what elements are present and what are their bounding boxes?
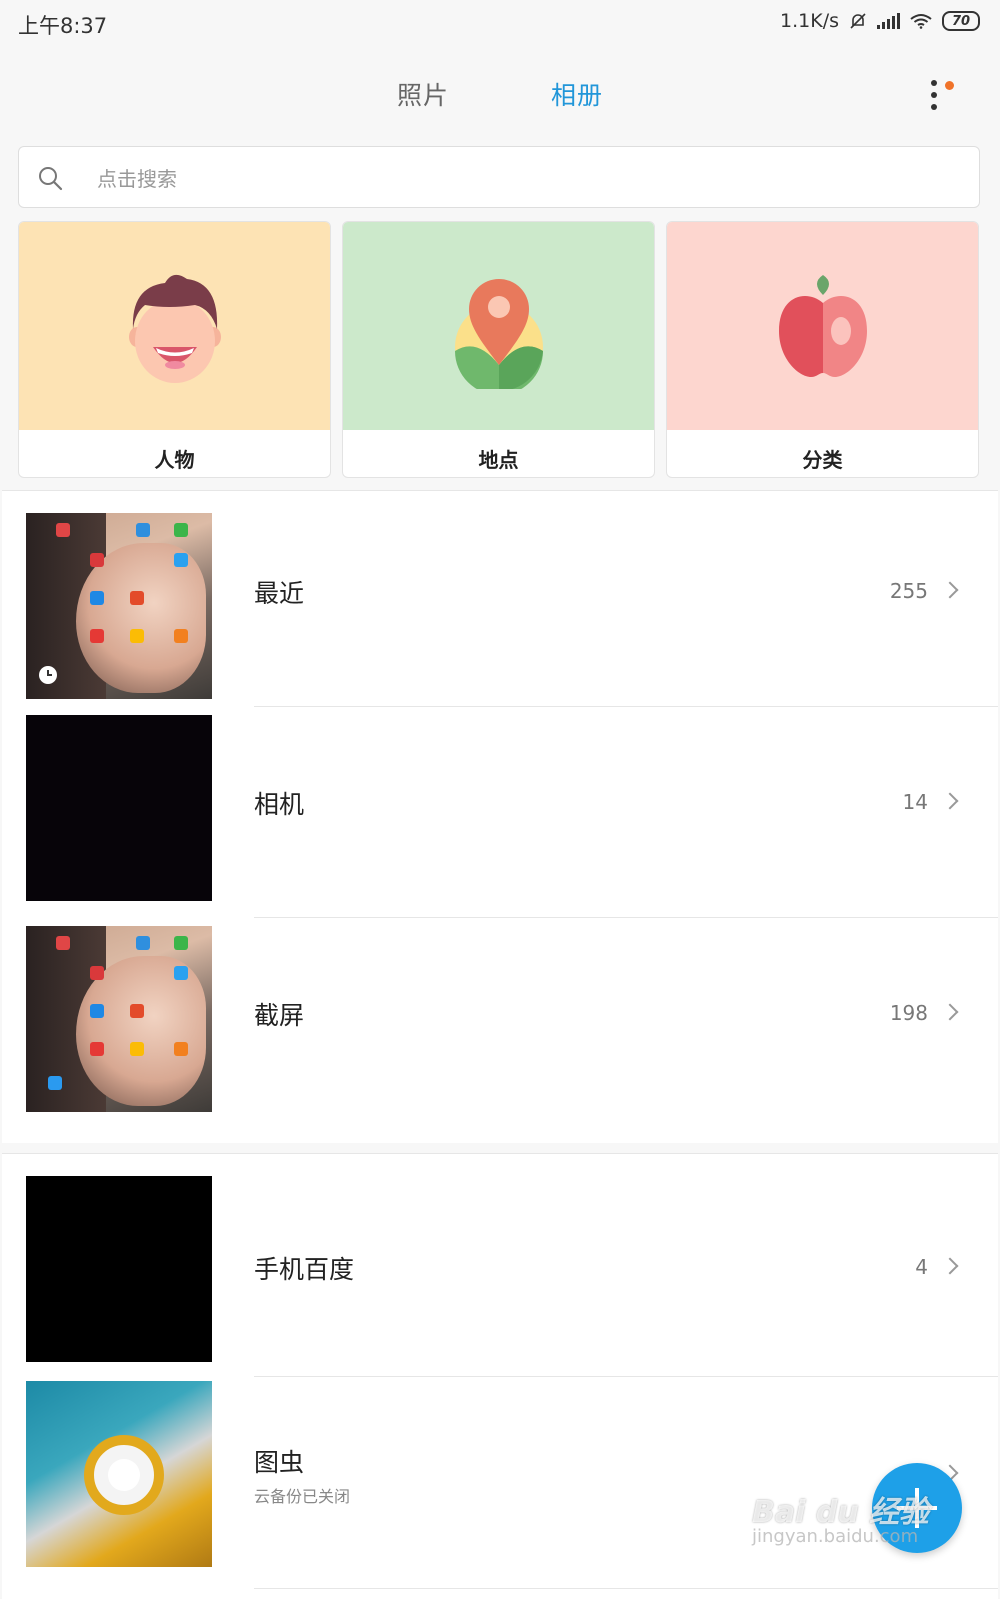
search-icon [39, 167, 63, 191]
more-menu-button[interactable] [924, 74, 954, 114]
chevron-right-icon [941, 1003, 959, 1021]
chevron-right-icon [941, 581, 959, 599]
face-icon [129, 274, 221, 383]
album-count: 4 [915, 1255, 928, 1279]
album-row-tuchong[interactable]: 图虫 云备份已关闭 [2, 1377, 998, 1587]
signal-icon [877, 13, 900, 29]
more-dot-icon [931, 92, 937, 98]
album-count: 255 [889, 579, 928, 603]
category-people-image [19, 222, 330, 430]
tab-albums[interactable]: 相册 [551, 76, 603, 112]
album-name: 最近 [254, 579, 305, 608]
network-speed: 1.1K/s [780, 10, 839, 32]
album-row-recent[interactable]: 最近 255 [2, 491, 998, 701]
category-places-image [343, 222, 654, 430]
album-row-camera[interactable]: 相机 14 [2, 707, 998, 917]
category-places[interactable]: 地点 [342, 221, 655, 478]
tab-bar: 照片 相册 [0, 66, 1000, 122]
search-placeholder: 点击搜索 [97, 167, 177, 191]
category-places-label: 地点 [478, 448, 519, 472]
bell-muted-icon [850, 13, 866, 29]
status-time: 上午8:37 [18, 14, 108, 38]
status-icons: 1.1K/s 70 [780, 10, 980, 32]
album-name: 相机 [254, 790, 305, 819]
clock-icon [39, 666, 57, 684]
category-classify-label: 分类 [802, 448, 843, 472]
more-dot-icon [931, 104, 937, 110]
search-bar[interactable]: 点击搜索 [18, 146, 980, 208]
album-subtitle: 云备份已关闭 [254, 1487, 351, 1506]
album-row-baidu[interactable]: 手机百度 4 [2, 1154, 998, 1376]
battery-icon: 70 [942, 11, 980, 31]
album-thumb-baidu [26, 1176, 212, 1362]
album-thumb-camera [26, 715, 212, 901]
album-name: 手机百度 [254, 1255, 355, 1284]
chevron-right-icon [941, 792, 959, 810]
album-count: 198 [889, 1001, 928, 1025]
category-people[interactable]: 人物 [18, 221, 331, 478]
wifi-icon [910, 14, 932, 29]
album-thumb-recent [26, 513, 212, 699]
album-count: 14 [902, 790, 928, 814]
gallery-app: 上午8:37 1.1K/s 70 照片 相册 点击搜索 人物 地点 分类 最近 … [0, 0, 1000, 1599]
category-people-label: 人物 [154, 448, 195, 472]
album-name: 图虫 [254, 1448, 305, 1477]
more-dot-icon [931, 80, 937, 86]
notification-dot [945, 81, 954, 90]
album-list-main: 最近 255 相机 14 截屏 198 [2, 490, 998, 1143]
location-pin-icon [455, 279, 543, 389]
category-classify-image [667, 222, 978, 430]
album-thumb-tuchong [26, 1381, 212, 1567]
tab-photos[interactable]: 照片 [397, 76, 449, 112]
status-bar: 上午8:37 1.1K/s 70 [0, 0, 1000, 46]
album-name: 截屏 [254, 1001, 305, 1030]
baidu-watermark: Bai du 经验 [752, 1495, 930, 1530]
album-thumb-screenshots [26, 926, 212, 1112]
apple-icon [779, 275, 867, 377]
album-row-screenshots[interactable]: 截屏 198 [2, 918, 998, 1128]
category-classify[interactable]: 分类 [666, 221, 979, 478]
chevron-right-icon [941, 1257, 959, 1275]
divider [254, 1588, 998, 1589]
baidu-watermark-url: jingyan.baidu.com [752, 1526, 919, 1547]
